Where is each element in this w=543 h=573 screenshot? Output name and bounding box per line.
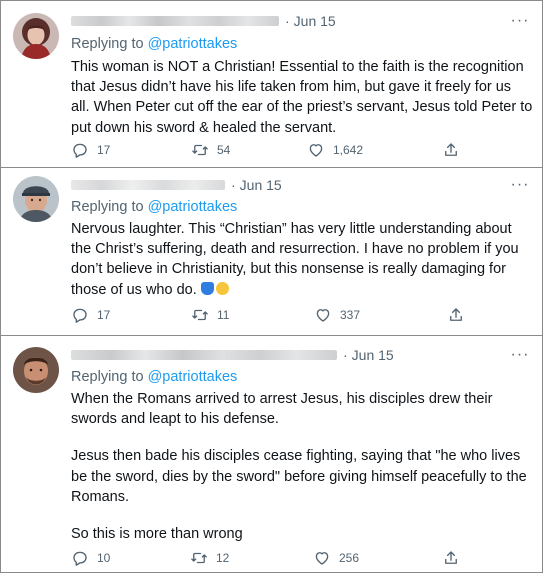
reply-handle-link[interactable]: @patriottakes	[148, 199, 238, 215]
tweet-3[interactable]: · Jun 15 ··· Replying to @patriottakes W…	[1, 336, 542, 572]
tweet-text: When the Romans arrived to arrest Jesus,…	[71, 391, 527, 543]
retweet-icon	[191, 552, 207, 564]
heart-icon	[309, 144, 323, 157]
like-button[interactable]: 1,642	[307, 140, 363, 160]
retweet-button[interactable]: 12	[190, 548, 229, 568]
more-dots-icon[interactable]: ···	[510, 347, 530, 363]
reply-count: 17	[97, 308, 111, 322]
avatar[interactable]	[13, 176, 59, 222]
tweet-time[interactable]: Jun 15	[240, 177, 282, 193]
replying-to: Replying to @patriottakes	[71, 199, 238, 215]
like-count: 337	[340, 308, 361, 322]
reply-count: 10	[97, 551, 111, 565]
tweet-time[interactable]: Jun 15	[352, 347, 394, 363]
more-dots-icon[interactable]: ···	[510, 13, 530, 29]
reply-icon	[73, 308, 87, 323]
avatar[interactable]	[13, 347, 59, 393]
reply-button[interactable]: 10	[71, 548, 110, 568]
blurred-author-name[interactable]	[71, 180, 225, 190]
retweet-count: 12	[216, 551, 230, 565]
share-button[interactable]	[442, 140, 468, 160]
like-count: 1,642	[333, 143, 364, 157]
tweet-header: · Jun 15	[71, 346, 394, 364]
tweet-1[interactable]: · Jun 15 ··· Replying to @patriottakes T…	[1, 1, 542, 168]
reply-icon	[73, 143, 87, 158]
like-count: 256	[339, 551, 360, 565]
reply-handle-link[interactable]: @patriottakes	[148, 36, 238, 52]
heart-icon	[315, 552, 329, 565]
reply-count: 17	[97, 143, 111, 157]
heart-icon	[316, 309, 330, 322]
tweet-actions: 17 11 337	[71, 305, 471, 325]
person-facepalming-emoji	[200, 281, 214, 295]
tweet-text: This woman is NOT a Christian! Essential…	[71, 59, 533, 136]
share-icon	[445, 551, 457, 564]
replying-to: Replying to @patriottakes	[71, 36, 238, 52]
like-button[interactable]: 256	[313, 548, 359, 568]
reply-icon	[73, 551, 87, 566]
share-button[interactable]	[442, 548, 468, 568]
retweet-count: 11	[217, 308, 230, 322]
reply-handle-link[interactable]: @patriottakes	[148, 369, 238, 385]
tweet-time[interactable]: Jun 15	[294, 13, 336, 29]
tweet-2[interactable]: · Jun 15 ··· Replying to @patriottakes N…	[1, 168, 542, 336]
avatar[interactable]	[13, 13, 59, 59]
like-button[interactable]: 337	[314, 305, 360, 325]
replying-to: Replying to @patriottakes	[71, 369, 238, 385]
retweet-button[interactable]: 11	[191, 305, 229, 325]
retweet-icon	[192, 309, 208, 321]
blurred-author-name[interactable]	[71, 16, 279, 26]
share-button[interactable]	[447, 305, 473, 325]
retweet-icon	[192, 144, 208, 156]
more-dots-icon[interactable]: ···	[510, 177, 530, 193]
tweet-actions: 10 12 256	[71, 548, 471, 568]
crying-face-emoji	[215, 281, 229, 295]
reply-button[interactable]: 17	[71, 140, 110, 160]
tweet-actions: 17 54 1,642	[71, 140, 471, 160]
retweet-count: 54	[217, 143, 231, 157]
tweet-header: · Jun 15	[71, 176, 282, 194]
tweet-header: · Jun 15	[71, 12, 336, 30]
reply-button[interactable]: 17	[71, 305, 110, 325]
reply-thread: · Jun 15 ··· Replying to @patriottakes T…	[0, 0, 543, 573]
share-icon	[445, 143, 457, 156]
blurred-author-name[interactable]	[71, 350, 337, 360]
tweet-text: Nervous laughter. This “Christian” has v…	[71, 221, 519, 298]
share-icon	[450, 308, 462, 321]
retweet-button[interactable]: 54	[191, 140, 230, 160]
